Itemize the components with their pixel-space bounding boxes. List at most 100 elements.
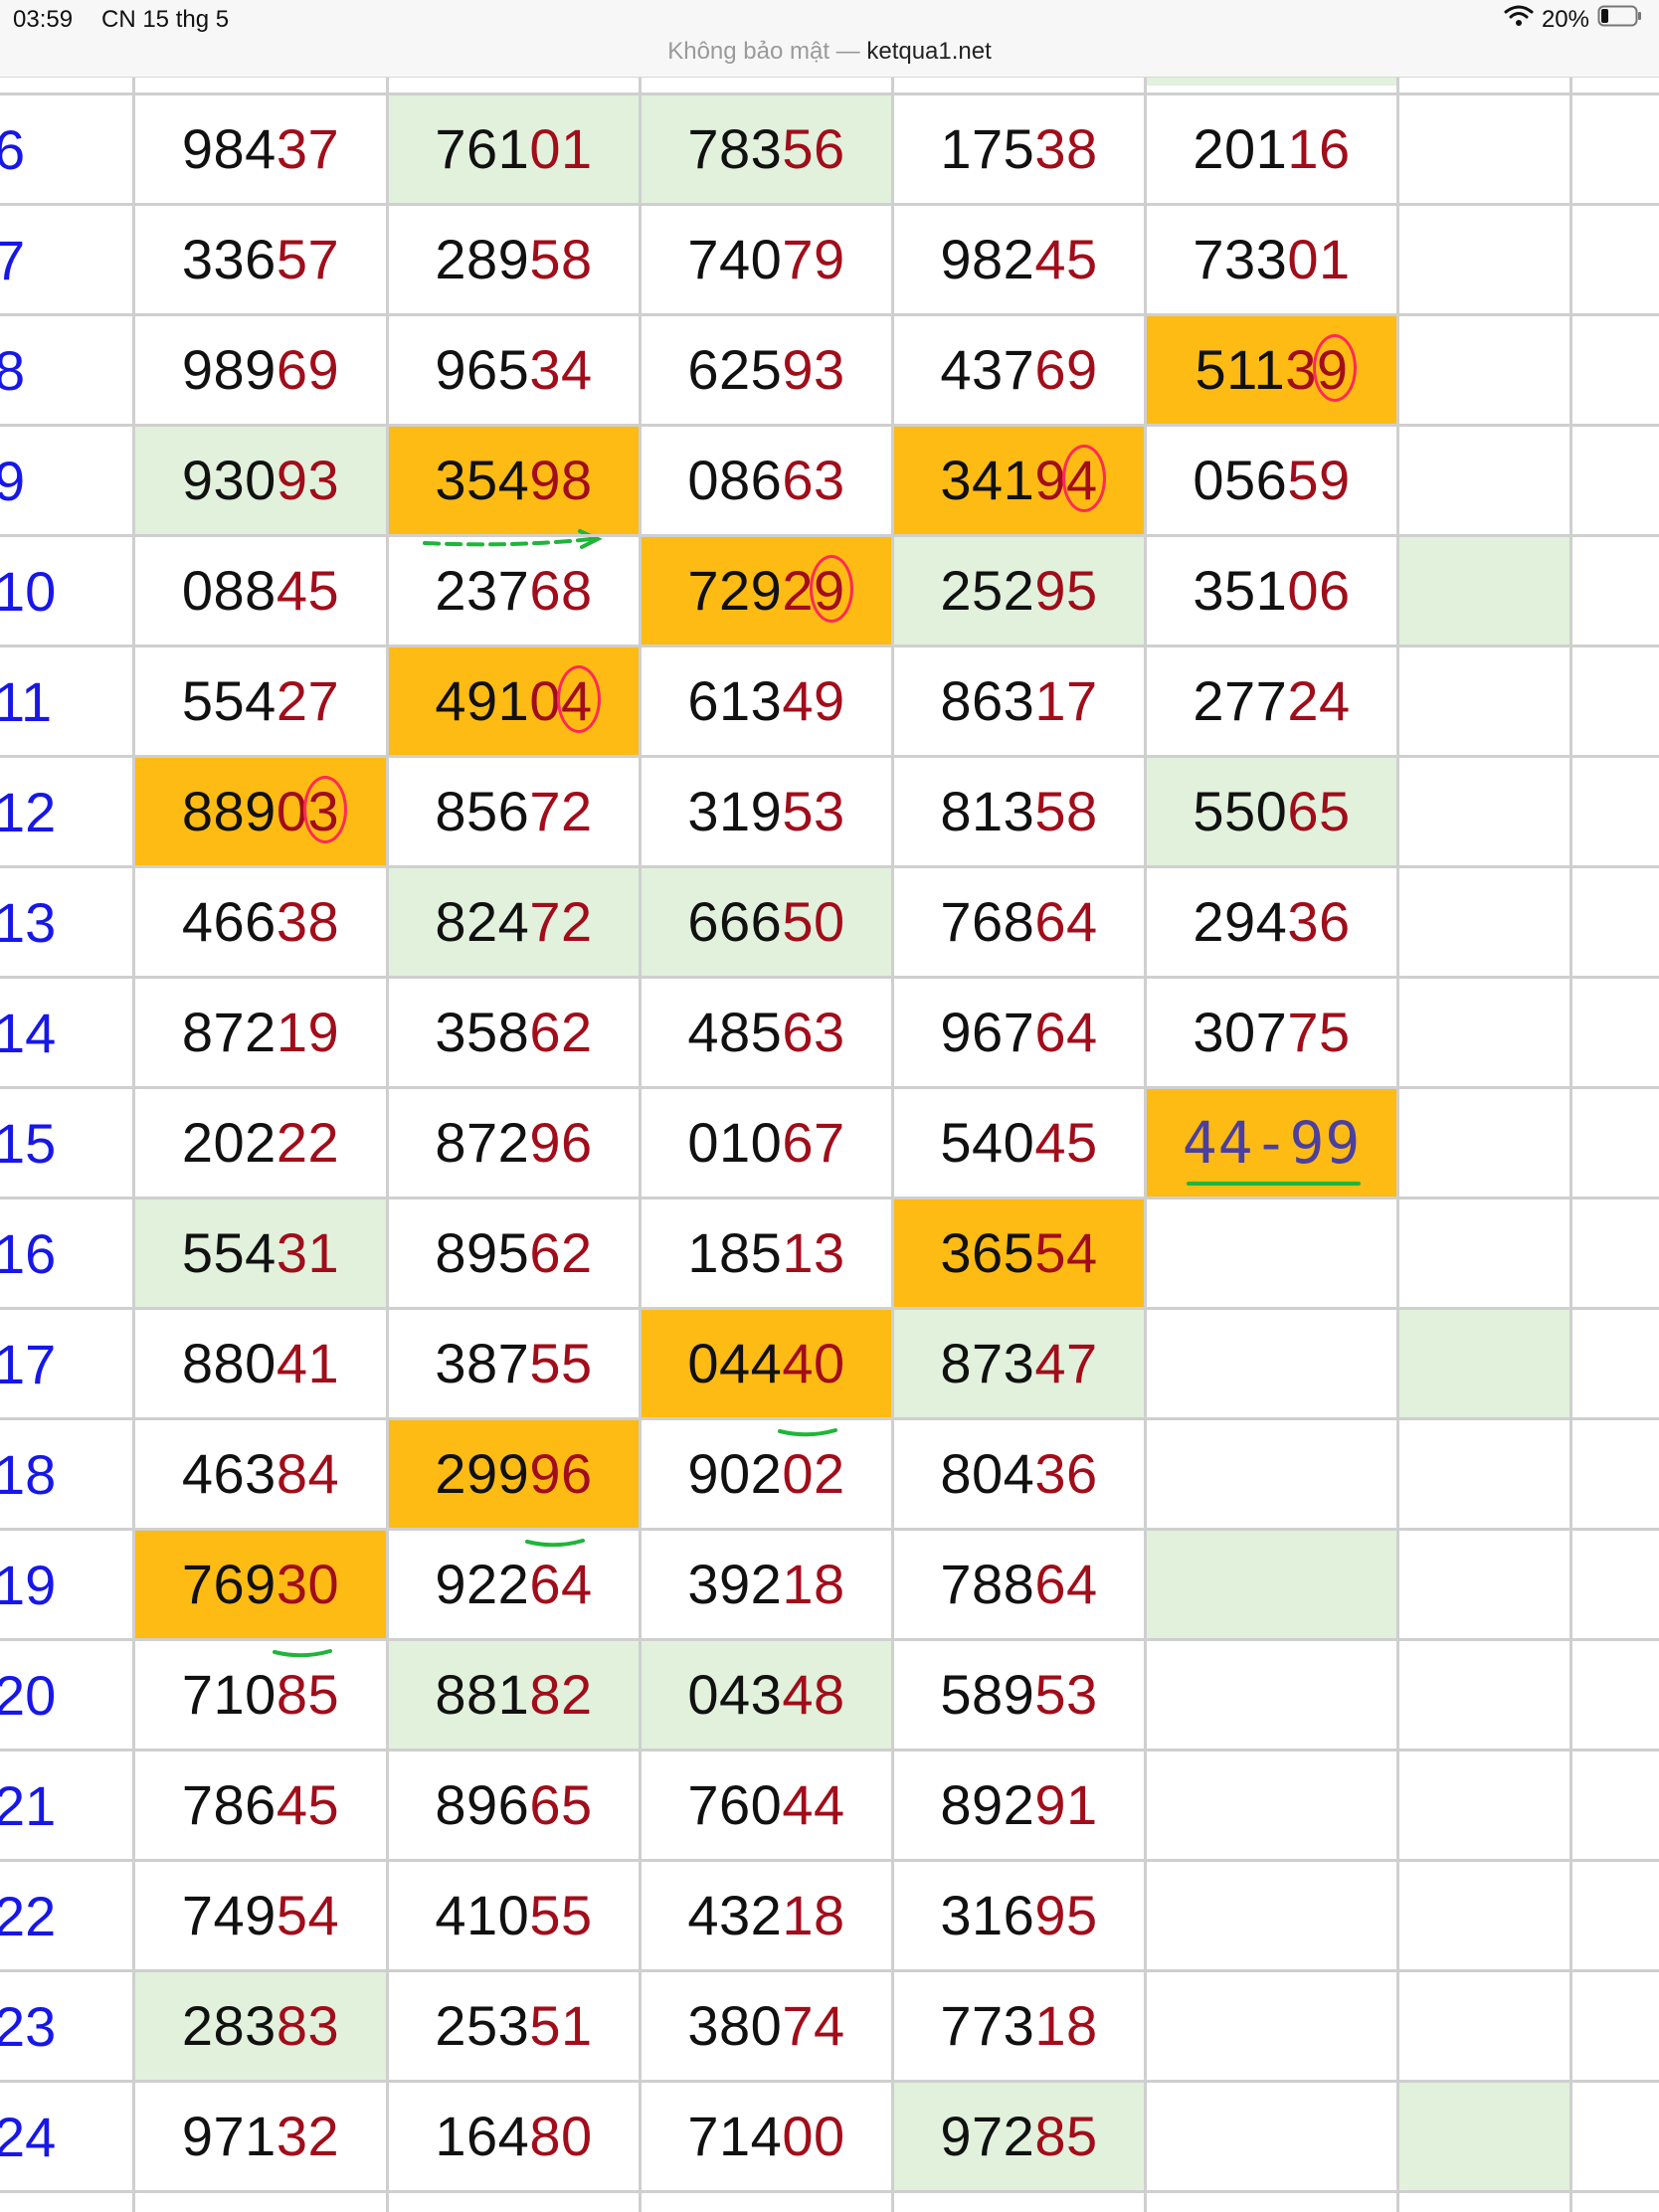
result-cell: 299 96 xyxy=(389,1420,639,1548)
tail-digits: 84 xyxy=(276,1442,340,1505)
address-bar[interactable]: Không bảo mật — ketqua1.net xyxy=(0,38,1659,66)
battery-percent: 20% xyxy=(1541,5,1589,33)
tail-digits: 18 xyxy=(1034,1994,1098,2057)
head-digits: 971 xyxy=(181,2105,276,2167)
circle-mark xyxy=(1312,334,1357,402)
result-cell: 432 18 xyxy=(642,1862,891,1969)
tail-digits: 96 xyxy=(525,1446,592,1548)
head-digits: 896 xyxy=(435,1773,530,1836)
result-cell: 201 16 xyxy=(1147,95,1396,203)
head-digits: 824 xyxy=(435,890,530,953)
result-cell: 319 53 xyxy=(642,758,891,865)
head-digits: 550 xyxy=(1193,780,1288,842)
tail-digits: 91 xyxy=(1034,1773,1098,1836)
row-divider xyxy=(0,1528,1659,1531)
head-digits: 319 xyxy=(687,780,783,842)
status-bar: 03:59 CN 15 thg 5 20% Không bảo mật — ke… xyxy=(0,0,1659,78)
tail-digits: 51 xyxy=(529,1994,593,2057)
tail-digits: 38 xyxy=(276,890,340,953)
tail-digits: 41 xyxy=(276,1332,340,1394)
result-cell: 804 36 xyxy=(894,1420,1144,1528)
tail-digits: 18 xyxy=(782,1553,845,1615)
tail-digits: 75 xyxy=(1287,1001,1351,1063)
underline-mark xyxy=(778,1391,838,1437)
result-cell: 466 38 xyxy=(135,868,386,976)
head-digits: 768 xyxy=(940,890,1035,953)
result-cell: 550 65 xyxy=(1147,758,1396,865)
row-label: 24 xyxy=(0,2105,57,2168)
result-cell: 896 65 xyxy=(389,1751,639,1859)
tail-digits: 18 xyxy=(782,1884,845,1946)
head-digits: 589 xyxy=(940,1663,1035,1726)
head-digits: 760 xyxy=(687,1773,783,1836)
head-digits: 856 xyxy=(435,780,530,842)
result-cell: 354 98 xyxy=(389,427,639,549)
head-digits: 749 xyxy=(181,1884,276,1946)
head-digits: 086 xyxy=(687,449,783,511)
row-divider xyxy=(0,424,1659,427)
head-digits: 783 xyxy=(687,117,783,180)
head-digits: 902 xyxy=(687,1442,783,1505)
column-divider xyxy=(1144,78,1147,2212)
head-digits: 351 xyxy=(1193,559,1288,622)
result-cell: 922 64 xyxy=(389,1531,639,1638)
head-digits: 892 xyxy=(940,1773,1035,1836)
result-cell: 984 37 xyxy=(135,95,386,203)
note-underline xyxy=(1186,1182,1362,1186)
row-label: 15 xyxy=(0,1111,57,1175)
row-divider xyxy=(0,1638,1659,1641)
head-digits: 341 xyxy=(940,449,1035,511)
result-cell: 761 01 xyxy=(389,95,639,203)
tail-digits: 45 xyxy=(276,1773,340,1836)
result-cell: 873 47 xyxy=(894,1310,1144,1417)
head-digits: 410 xyxy=(435,1884,530,1946)
tail-digits: 58 xyxy=(1034,780,1098,842)
head-digits: 010 xyxy=(687,1111,783,1174)
result-cell: 880 41 xyxy=(135,1310,386,1417)
head-digits: 044 xyxy=(687,1332,783,1394)
tail-digits: 54 xyxy=(1030,1225,1097,1327)
result-cell: 365 54 xyxy=(894,1199,1144,1327)
tail-digits: 01 xyxy=(1287,228,1351,290)
row-divider xyxy=(0,203,1659,206)
result-cell: 043 48 xyxy=(642,1641,891,1749)
head-digits: 043 xyxy=(687,1663,783,1726)
head-digits: 989 xyxy=(181,338,276,401)
row-label: 19 xyxy=(0,1553,57,1616)
circle-mark xyxy=(1061,445,1106,512)
result-cell: 613 49 xyxy=(642,647,891,755)
head-digits: 666 xyxy=(687,890,783,953)
head-digits: 769 xyxy=(181,1553,276,1615)
result-cell: 358 62 xyxy=(389,979,639,1086)
head-digits: 773 xyxy=(940,1994,1035,2057)
tail-digits: 82 xyxy=(529,1663,593,1726)
tail-digits: 72 xyxy=(529,780,593,842)
result-cell: 895 62 xyxy=(389,1199,639,1307)
row-divider xyxy=(0,1969,1659,1972)
tail-digits: 27 xyxy=(276,669,340,732)
result-cell: 380 74 xyxy=(642,1972,891,2080)
tail-digits: 63 xyxy=(782,449,845,511)
row-label: 23 xyxy=(0,1994,57,2058)
url-domain: ketqua1.net xyxy=(866,38,992,65)
result-cell: 589 53 xyxy=(894,1641,1144,1749)
head-digits: 740 xyxy=(687,228,783,290)
head-digits: 613 xyxy=(687,669,783,732)
tail-digits: 04 xyxy=(529,665,601,733)
row-label: 9 xyxy=(0,449,26,512)
row-divider xyxy=(0,645,1659,647)
head-digits: 164 xyxy=(435,2105,530,2167)
head-digits: 201 xyxy=(1193,117,1288,180)
tail-digits: 80 xyxy=(529,2105,593,2167)
result-cell: 971 32 xyxy=(135,2083,386,2190)
tail-digits: 62 xyxy=(529,1001,593,1063)
wifi-icon xyxy=(1504,5,1534,34)
head-digits: 922 xyxy=(435,1553,530,1615)
result-cell: 185 13 xyxy=(642,1199,891,1307)
head-digits: 283 xyxy=(181,1994,276,2057)
security-label: Không bảo mật — xyxy=(667,38,860,65)
result-cell: 902 02 xyxy=(642,1420,891,1528)
tail-digits: 19 xyxy=(276,1001,340,1063)
head-digits: 880 xyxy=(181,1332,276,1394)
row-label: 8 xyxy=(0,338,26,402)
